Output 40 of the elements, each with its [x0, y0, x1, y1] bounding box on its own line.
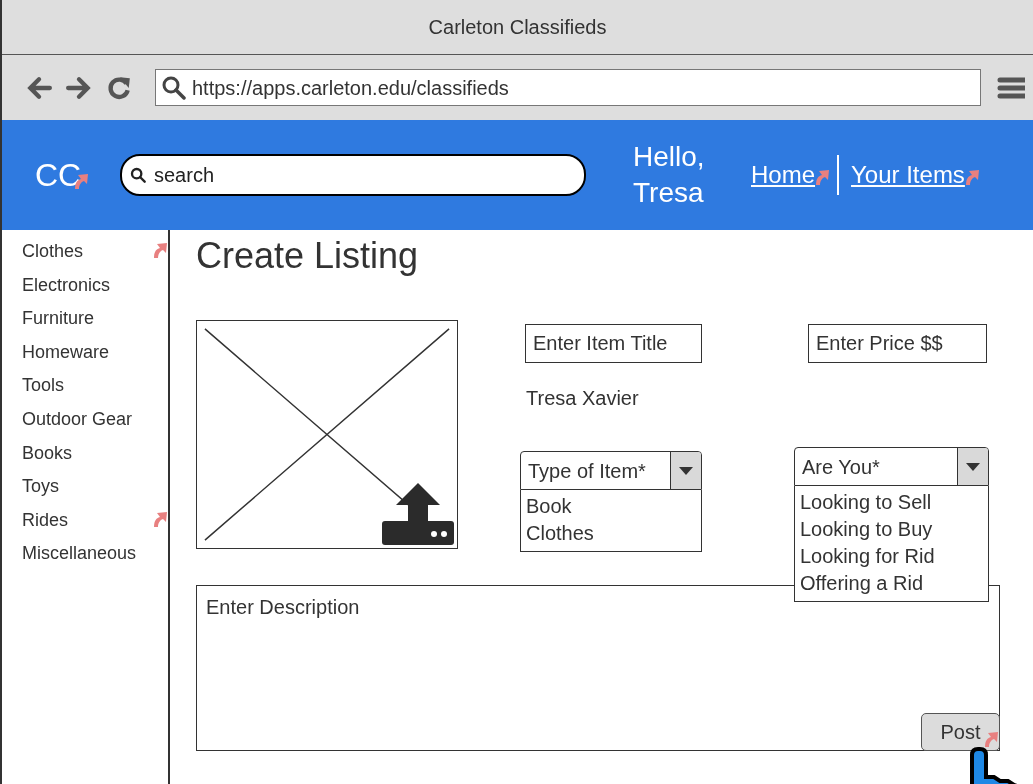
dropdown-option[interactable]: Looking to Buy — [800, 516, 983, 543]
dropdown-option[interactable]: Clothes — [526, 520, 696, 547]
sidebar-item[interactable]: Miscellaneous — [2, 540, 168, 574]
greeting-text: Hello, — [633, 140, 706, 174]
image-upload-placeholder[interactable] — [196, 320, 458, 549]
sidebar-item[interactable]: Furniture — [2, 305, 168, 339]
sidebar-item[interactable]: Clothes — [2, 238, 168, 272]
dropdown-option[interactable]: Looking to Sell — [800, 489, 983, 516]
sidebar-item[interactable]: Toys — [2, 473, 168, 507]
url-text: https://apps.carleton.edu/classifieds — [192, 75, 509, 101]
window-title: Carleton Classifieds — [428, 15, 607, 40]
nav-link[interactable]: Home — [751, 161, 816, 188]
sidebar-item[interactable]: Tools — [2, 372, 168, 406]
sidebar-item[interactable]: Books — [2, 439, 168, 474]
caret-down-icon — [679, 466, 693, 475]
back-arrow-icon[interactable] — [26, 74, 52, 101]
nav-link[interactable]: Your Items — [851, 161, 965, 188]
search-icon — [162, 75, 186, 100]
dropdown-option[interactable]: Book — [526, 493, 696, 520]
dropdown-option[interactable]: Looking for Rid — [800, 543, 983, 570]
sidebar-item[interactable]: Outdoor Gear — [2, 405, 168, 440]
seller-name: Tresa Xavier — [526, 386, 640, 411]
search-field[interactable]: search — [120, 154, 586, 196]
forward-arrow-icon[interactable] — [66, 74, 92, 101]
search-icon — [130, 167, 146, 183]
sidebar-item[interactable]: Rides — [2, 506, 168, 541]
page-heading: Create Listing — [196, 234, 420, 278]
post-button[interactable]: Post — [921, 713, 1000, 751]
sidebar-item[interactable]: Electronics — [2, 271, 168, 306]
dropdown-select[interactable]: Are You* — [794, 447, 989, 486]
reload-icon[interactable] — [106, 74, 132, 101]
item-title-field[interactable]: Enter Item Title — [525, 324, 702, 363]
sidebar-item[interactable]: Homeware — [2, 338, 168, 373]
upload-icon — [382, 483, 454, 545]
price-field[interactable]: Enter Price $$ — [808, 324, 987, 363]
address-bar[interactable]: https://apps.carleton.edu/classifieds — [155, 69, 981, 106]
dropdown-select[interactable]: Type of Item* — [520, 451, 702, 490]
greeting-text: Tresa — [633, 176, 705, 210]
site-logo[interactable]: CC — [35, 151, 120, 199]
caret-down-icon — [966, 462, 980, 471]
